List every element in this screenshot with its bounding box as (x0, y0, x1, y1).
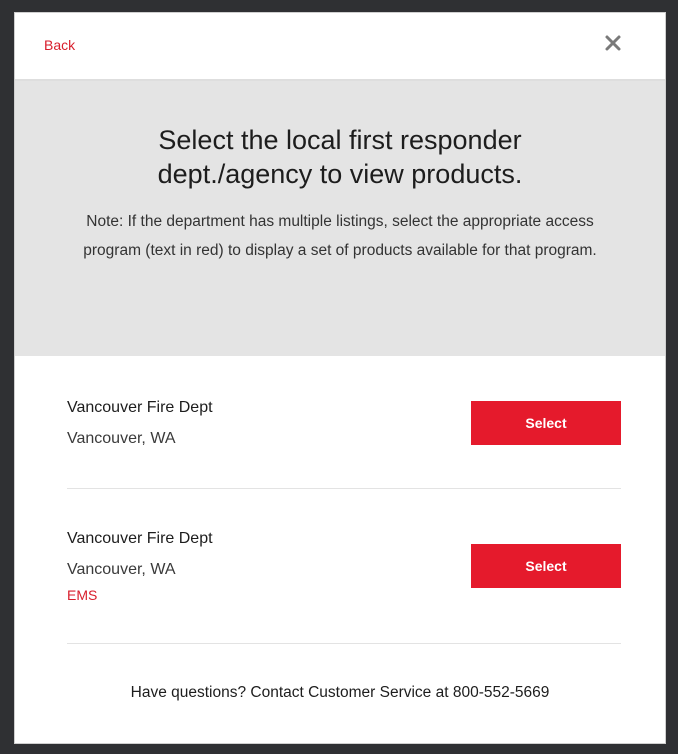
department-select-modal: Back Select the local first responder de… (14, 12, 666, 744)
modal-title: Select the local first responder dept./a… (157, 125, 523, 189)
department-location: Vancouver, WA (67, 430, 176, 447)
modal-header: Back (15, 13, 665, 81)
department-name: Vancouver Fire Dept (67, 530, 213, 547)
select-button[interactable]: Select (471, 401, 621, 445)
listing-item: Vancouver Fire Dept Vancouver, WA EMS Se… (67, 529, 621, 609)
back-link[interactable]: Back (44, 37, 75, 53)
page-backdrop: Back Select the local first responder de… (0, 0, 678, 754)
department-name: Vancouver Fire Dept (67, 399, 213, 416)
listing-item: Vancouver Fire Dept Vancouver, WA Select (67, 398, 621, 448)
divider (67, 643, 621, 644)
divider (67, 488, 621, 489)
access-program-label[interactable]: EMS (67, 586, 97, 604)
intro-panel: Select the local first responder dept./a… (15, 81, 665, 356)
close-icon[interactable] (601, 31, 625, 55)
select-button[interactable]: Select (471, 544, 621, 588)
customer-service-note: Have questions? Contact Customer Service… (130, 684, 550, 701)
modal-note: Note: If the department has multiple lis… (83, 213, 597, 259)
department-location: Vancouver, WA (67, 561, 176, 578)
